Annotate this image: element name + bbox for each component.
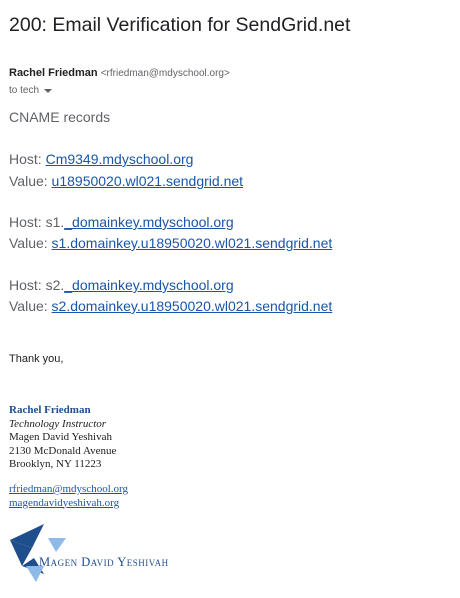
signature-block: Rachel Friedman Technology Instructor Ma… — [9, 404, 116, 472]
value-label: Value: — [9, 235, 52, 251]
signature-address-1: 2130 McDonald Avenue — [9, 444, 117, 457]
signature-name: Rachel Friedman — [9, 404, 91, 416]
chevron-down-icon[interactable] — [44, 88, 53, 93]
signature-title: Technology Instructor — [9, 417, 107, 430]
host-label: Host: s1. — [9, 214, 65, 230]
value-label: Value: — [9, 173, 52, 189]
signature-address-2: Brooklyn, NY 11223 — [9, 458, 102, 470]
record-2-host: Host: s1._domainkey.mdyschool.org — [9, 214, 234, 230]
record-2-value: Value: s1.domainkey.u18950020.wl021.send… — [9, 235, 332, 251]
record-1-host-link[interactable]: Cm9349.mdyschool.org — [46, 151, 194, 167]
record-3-host-link[interactable]: _domainkey.mdyschool.org — [64, 277, 233, 293]
logo-text: Magen David Yeshivah — [39, 555, 169, 569]
record-3-host: Host: s2._domainkey.mdyschool.org — [9, 277, 234, 293]
record-2-host-link[interactable]: _domainkey.mdyschool.org — [64, 214, 233, 230]
closing-text: Thank you, — [9, 353, 64, 365]
record-1-value: Value: u18950020.wl021.sendgrid.net — [9, 173, 243, 189]
record-1-host: Host: Cm9349.mdyschool.org — [9, 151, 193, 167]
signature-email-link[interactable]: rfriedman@mdyschool.org — [9, 483, 128, 495]
record-3-value-link[interactable]: s2.domainkey.u18950020.wl021.sendgrid.ne… — [52, 298, 333, 314]
sender-name[interactable]: Rachel Friedman — [9, 67, 98, 79]
host-label: Host: — [9, 151, 46, 167]
signature-website-link[interactable]: magendavidyeshivah.org — [9, 497, 119, 509]
value-label: Value: — [9, 298, 52, 314]
logo-shape-light-top — [48, 538, 66, 552]
sender-line: Rachel Friedman <rfriedman@mdyschool.org… — [9, 67, 230, 79]
host-label: Host: s2. — [9, 277, 65, 293]
signature-links: rfriedman@mdyschool.org magendavidyeshiv… — [9, 483, 128, 510]
record-3-value: Value: s2.domainkey.u18950020.wl021.send… — [9, 298, 332, 314]
record-1-value-link[interactable]: u18950020.wl021.sendgrid.net — [52, 173, 244, 189]
school-logo — [10, 524, 66, 582]
recipients-label: to tech — [9, 85, 40, 96]
recipients-dropdown[interactable]: to tech — [9, 85, 53, 96]
email-subject: 200: Email Verification for SendGrid.net — [9, 14, 351, 36]
cname-heading: CNAME records — [9, 109, 111, 125]
sender-email: <rfriedman@mdyschool.org> — [100, 68, 230, 79]
record-2-value-link[interactable]: s1.domainkey.u18950020.wl021.sendgrid.ne… — [52, 235, 333, 251]
signature-org: Magen David Yeshivah — [9, 431, 112, 443]
